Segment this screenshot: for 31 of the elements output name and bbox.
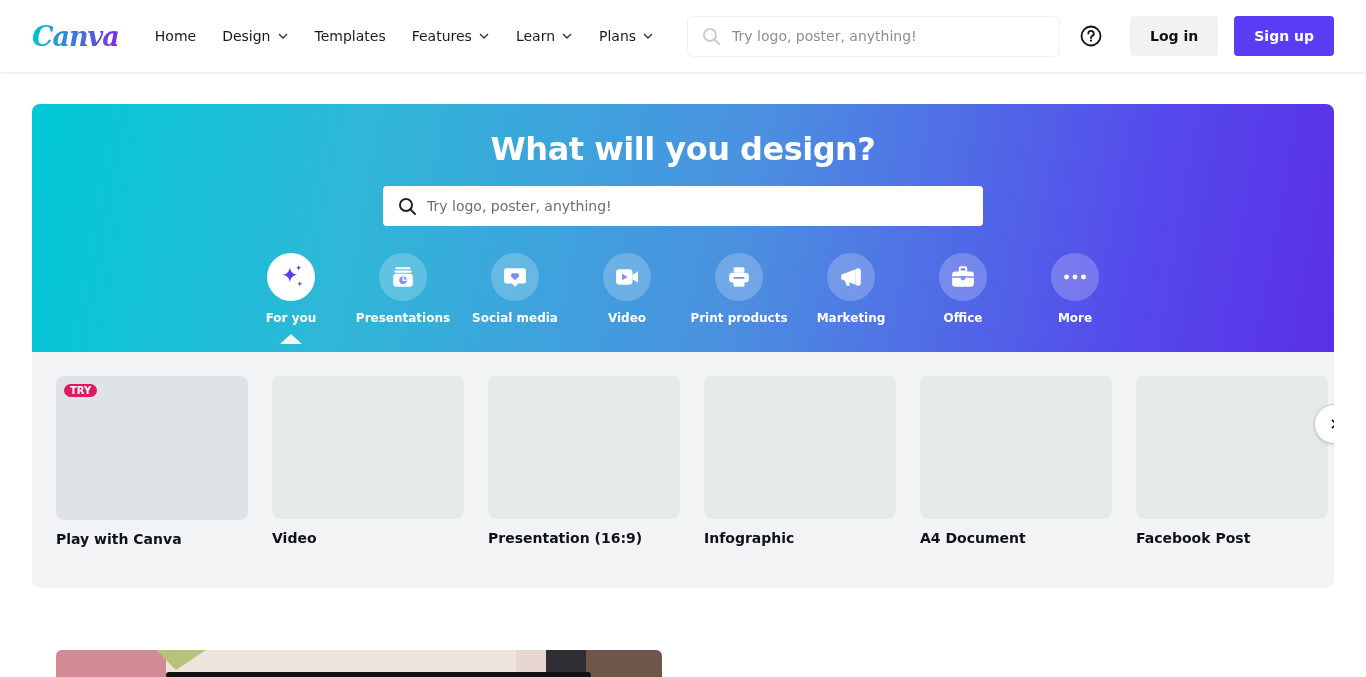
category-tab[interactable]: More xyxy=(1019,253,1131,344)
nav-link[interactable]: Templates xyxy=(304,20,396,52)
more-icon xyxy=(1064,274,1086,280)
printer-icon xyxy=(727,265,751,289)
log-in-button[interactable]: Log in xyxy=(1130,16,1219,56)
sign-up-button[interactable]: Sign up xyxy=(1234,16,1334,56)
category-tab[interactable]: Marketing xyxy=(795,253,907,344)
nav-link[interactable]: Home xyxy=(144,20,207,52)
design-label[interactable]: Facebook Post xyxy=(1136,530,1251,546)
search-icon xyxy=(398,197,417,216)
presentation-icon xyxy=(391,265,415,289)
design-label[interactable]: Video xyxy=(272,530,317,546)
nav-link[interactable]: Design xyxy=(212,20,299,52)
search-field[interactable]: Try logo, poster, anything! xyxy=(383,186,983,226)
design-label[interactable]: A4 Document xyxy=(920,530,1026,546)
heart-icon xyxy=(503,265,527,289)
category-tab[interactable]: Office xyxy=(907,253,1019,344)
try-badge: TRY xyxy=(64,384,98,397)
design-label[interactable]: Play with Canva xyxy=(56,531,182,547)
design-label[interactable]: Infographic xyxy=(704,530,795,546)
design-thumbnail[interactable] xyxy=(1136,376,1328,519)
search-field[interactable]: Try logo, poster, anything! xyxy=(687,15,1061,57)
nav-link[interactable]: Learn xyxy=(505,20,584,52)
nav-link[interactable]: Plans xyxy=(589,20,665,52)
hero-heading: What will you design? xyxy=(490,130,876,168)
megaphone-icon xyxy=(839,265,863,289)
design-thumbnail[interactable]: TRY xyxy=(56,376,248,520)
design-label[interactable]: Presentation (16:9) xyxy=(488,530,643,546)
briefcase-icon xyxy=(951,265,975,289)
search-icon xyxy=(702,26,722,46)
nav-link[interactable]: Features xyxy=(401,20,500,52)
